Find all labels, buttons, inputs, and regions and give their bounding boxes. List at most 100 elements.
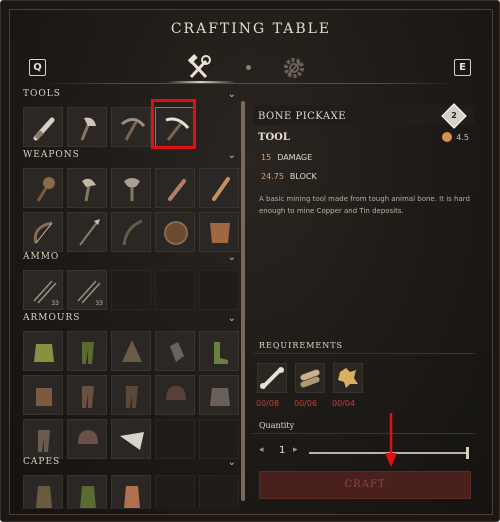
section-armours-header[interactable]: ARMOURS ⌄ bbox=[23, 313, 241, 327]
recipe-slot[interactable] bbox=[67, 212, 107, 252]
recipe-slot-stone-pickaxe[interactable] bbox=[111, 107, 151, 147]
chevron-down-icon[interactable]: ⌄ bbox=[228, 457, 237, 468]
leggings-icon bbox=[82, 342, 94, 364]
chevron-down-icon[interactable]: ⌄ bbox=[228, 252, 237, 263]
tab-crafting[interactable] bbox=[184, 53, 214, 83]
section-label: ARMOURS bbox=[23, 313, 81, 323]
chest-armour-icon bbox=[34, 344, 54, 362]
tools-grid bbox=[23, 107, 239, 147]
chevron-down-icon[interactable]: ⌄ bbox=[228, 89, 237, 100]
section-label: WEAPONS bbox=[23, 150, 80, 160]
recipe-slot[interactable] bbox=[111, 475, 151, 509]
axe-icon bbox=[80, 117, 96, 141]
prev-tab-key[interactable]: Q bbox=[29, 59, 46, 76]
recipe-slot[interactable] bbox=[155, 331, 195, 371]
crafting-window: CRAFTING TABLE Q E TOOLS ⌄ WEAPONS ⌄ AMM… bbox=[0, 0, 500, 522]
weight-value: 4.5 bbox=[456, 133, 469, 142]
chevron-down-icon[interactable]: ⌄ bbox=[228, 150, 237, 161]
recipe-slot[interactable] bbox=[23, 331, 63, 371]
recipe-slot[interactable] bbox=[23, 212, 63, 252]
stack-count: 33 bbox=[51, 300, 59, 307]
section-label: CAPES bbox=[23, 457, 61, 467]
requirements-title: REQUIREMENTS bbox=[259, 341, 344, 350]
recipe-slot[interactable] bbox=[155, 212, 195, 252]
recipe-slot[interactable] bbox=[199, 331, 239, 371]
recipe-slot[interactable] bbox=[111, 168, 151, 208]
bone-icon bbox=[260, 367, 284, 389]
section-tools-header[interactable]: TOOLS ⌄ bbox=[23, 89, 241, 103]
requirement-count: 00/04 bbox=[332, 399, 356, 408]
item-header: BONE PICKAXE 2 bbox=[253, 103, 475, 129]
recipe-list[interactable]: TOOLS ⌄ WEAPONS ⌄ AMMO ⌄ 33 33 ARMOURS ⌄… bbox=[23, 89, 243, 509]
stat-value: 24.75 bbox=[261, 172, 284, 181]
requirement-wood[interactable] bbox=[295, 363, 325, 393]
empty-slot bbox=[111, 270, 151, 310]
section-capes-header[interactable]: CAPES ⌄ bbox=[23, 457, 241, 471]
recipe-slot[interactable] bbox=[111, 419, 151, 459]
chest-armour-icon bbox=[210, 388, 230, 406]
dagger-icon bbox=[168, 179, 186, 201]
empty-slot bbox=[155, 270, 195, 310]
bow-icon bbox=[122, 219, 143, 246]
club-icon bbox=[36, 177, 55, 202]
recipe-slot[interactable] bbox=[199, 375, 239, 415]
empty-slot bbox=[199, 270, 239, 310]
recipe-slot[interactable]: 33 bbox=[67, 270, 107, 310]
recipe-slot[interactable] bbox=[111, 375, 151, 415]
recipe-slot[interactable] bbox=[23, 419, 63, 459]
item-type: TOOL bbox=[258, 132, 290, 143]
recipe-slot[interactable]: 33 bbox=[23, 270, 63, 310]
increase-quantity-button[interactable]: ▸ bbox=[293, 445, 298, 455]
recipe-slot[interactable] bbox=[23, 168, 63, 208]
stack-count: 33 bbox=[95, 300, 103, 307]
recipe-slot[interactable] bbox=[23, 475, 63, 509]
leggings-icon bbox=[38, 430, 50, 452]
section-weapons-header[interactable]: WEAPONS ⌄ bbox=[23, 150, 241, 164]
gloves-icon bbox=[170, 342, 184, 362]
craft-button[interactable]: CRAFT bbox=[259, 471, 471, 499]
quantity-label: Quantity bbox=[259, 421, 295, 430]
stat-block: 24.75 BLOCK bbox=[261, 172, 317, 181]
recipe-slot[interactable] bbox=[111, 331, 151, 371]
requirement-bone[interactable] bbox=[257, 363, 287, 393]
battle-axe-icon bbox=[124, 178, 140, 201]
recipe-slot[interactable] bbox=[199, 212, 239, 252]
armours-grid bbox=[23, 331, 239, 459]
window-title: CRAFTING TABLE bbox=[170, 21, 332, 37]
recipe-slot[interactable] bbox=[67, 419, 107, 459]
selection-highlight bbox=[151, 99, 196, 149]
recipe-slot[interactable] bbox=[199, 168, 239, 208]
knife-icon bbox=[212, 177, 230, 201]
section-ammo-header[interactable]: AMMO ⌄ bbox=[23, 252, 241, 266]
recipe-slot[interactable] bbox=[67, 331, 107, 371]
empty-slot bbox=[155, 475, 195, 509]
recipe-slot[interactable] bbox=[67, 475, 107, 509]
recipe-slot[interactable] bbox=[67, 375, 107, 415]
cape-icon bbox=[124, 486, 140, 508]
recipe-slot[interactable] bbox=[111, 212, 151, 252]
slider-handle[interactable] bbox=[466, 447, 469, 459]
requirement-count: 00/06 bbox=[294, 399, 318, 408]
empty-slot bbox=[155, 419, 195, 459]
decrease-quantity-button[interactable]: ◂ bbox=[259, 445, 264, 455]
weapons-grid bbox=[23, 168, 239, 252]
recipe-slot[interactable] bbox=[155, 375, 195, 415]
list-scrollbar[interactable] bbox=[241, 101, 245, 501]
requirement-hide[interactable] bbox=[333, 363, 363, 393]
recipe-slot[interactable] bbox=[155, 168, 195, 208]
empty-slot bbox=[199, 419, 239, 459]
item-weight: 4.5 bbox=[442, 132, 469, 142]
section-label: TOOLS bbox=[23, 89, 61, 99]
recipe-slot-bone-knife[interactable] bbox=[23, 107, 63, 147]
recipe-slot-bone-axe[interactable] bbox=[67, 107, 107, 147]
leggings-icon bbox=[82, 386, 94, 408]
tab-separator-dot bbox=[246, 65, 251, 70]
chevron-down-icon[interactable]: ⌄ bbox=[228, 313, 237, 324]
recipe-slot[interactable] bbox=[67, 168, 107, 208]
tab-settings[interactable] bbox=[279, 53, 309, 83]
recipe-slot[interactable] bbox=[23, 375, 63, 415]
requirements-divider bbox=[253, 353, 475, 354]
next-tab-key[interactable]: E bbox=[454, 59, 471, 76]
wood-log-icon bbox=[300, 369, 320, 388]
gear-icon bbox=[284, 58, 304, 78]
